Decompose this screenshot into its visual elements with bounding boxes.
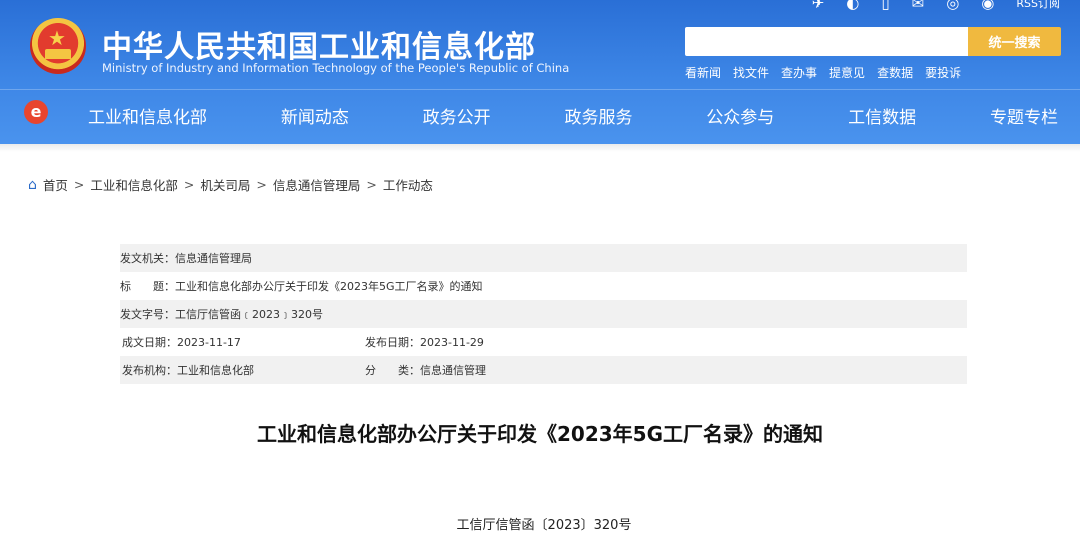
meta-cell-published: 发布日期： 2023-11-29 (365, 334, 484, 350)
breadcrumb-separator: > (256, 177, 267, 192)
meta-value-org: 工业和信息化部 (177, 364, 254, 377)
meta-value-created: 2023-11-17 (177, 335, 241, 349)
site-e-logo-icon[interactable]: e (24, 100, 48, 124)
breadcrumb-work-news[interactable]: 工作动态 (383, 175, 433, 194)
main-nav: 工业和信息化部 新闻动态 政务公开 政务服务 公众参与 工信数据 专题专栏 (88, 103, 1058, 128)
meta-row-org: 发布机构： 工业和信息化部 分 类： 信息通信管理 (120, 356, 967, 384)
nav-item-gov-services[interactable]: 政务服务 (564, 103, 632, 128)
site-title[interactable]: 中华人民共和国工业和信息化部 (102, 22, 536, 66)
breadcrumb-separator: > (183, 177, 195, 192)
header-shadow (0, 144, 1080, 152)
meta-label: 标 题： (120, 280, 175, 293)
quick-link-complaint[interactable]: 要投诉 (925, 64, 961, 81)
meta-cell-org: 发布机构： 工业和信息化部 (120, 362, 365, 378)
nav-item-news[interactable]: 新闻动态 (281, 103, 349, 128)
meta-row-title: 标 题： 工业和信息化部办公厅关于印发《2023年5G工厂名录》的通知 (120, 272, 967, 300)
quick-links: 看新闻 找文件 查办事 提意见 查数据 要投诉 (685, 64, 961, 81)
nav-item-public[interactable]: 公众参与 (706, 103, 774, 128)
breadcrumb-home[interactable]: 首页 (43, 175, 68, 194)
document-metadata-table: 发文机关： 信息通信管理局 标 题： 工业和信息化部办公厅关于印发《2023年5… (120, 244, 967, 384)
meta-label: 发布日期： (365, 336, 420, 349)
national-emblem-logo: ★ (30, 18, 86, 74)
search-button[interactable]: 统一搜索 (968, 27, 1061, 56)
meta-row-issuer: 发文机关： 信息通信管理局 (120, 244, 967, 272)
breadcrumb-ministry[interactable]: 工业和信息化部 (90, 175, 178, 194)
quick-link-services[interactable]: 查办事 (781, 64, 817, 81)
quick-link-feedback[interactable]: 提意见 (829, 64, 865, 81)
breadcrumb-separator: > (73, 177, 85, 192)
wechat-icon[interactable]: ◐ (846, 0, 859, 12)
meta-label: 发布机构： (122, 364, 177, 377)
nav-item-data[interactable]: 工信数据 (848, 103, 916, 128)
breadcrumb-separator: > (366, 177, 377, 192)
meta-value-category: 信息通信管理 (420, 364, 486, 377)
quick-link-data[interactable]: 查数据 (877, 64, 913, 81)
nav-item-ministry[interactable]: 工业和信息化部 (88, 103, 207, 128)
meta-value-docno: 工信厅信管函﹝2023﹞320号 (175, 308, 323, 321)
top-icon-bar: ✈ ◐ ▯ ✉ ◎ ◉ RSS订阅 (812, 0, 1060, 12)
breadcrumb-bureau[interactable]: 信息通信管理局 (273, 175, 361, 194)
meta-label: 发文机关： (120, 252, 175, 265)
meta-cell-created: 成文日期： 2023-11-17 (120, 334, 365, 350)
breadcrumb: ⌂ 首页 > 工业和信息化部 > 机关司局 > 信息通信管理局 > 工作动态 (28, 175, 433, 194)
article-doc-number: 工信厅信管函〔2023〕320号 (456, 518, 632, 533)
nav-item-gov-affairs[interactable]: 政务公开 (423, 103, 491, 128)
mobile-icon[interactable]: ▯ (881, 0, 889, 12)
nav-item-topics[interactable]: 专题专栏 (990, 103, 1058, 128)
site-subtitle: Ministry of Industry and Information Tec… (102, 61, 570, 75)
meta-row-dates: 成文日期： 2023-11-17 发布日期： 2023-11-29 (120, 328, 967, 356)
chat-icon[interactable]: ◎ (946, 0, 959, 12)
mail-icon[interactable]: ✉ (912, 0, 925, 12)
rss-label[interactable]: RSS订阅 (1016, 0, 1060, 11)
quick-link-news[interactable]: 看新闻 (685, 64, 721, 81)
home-icon[interactable]: ⌂ (28, 177, 37, 193)
nav-divider (0, 89, 1080, 90)
quick-link-files[interactable]: 找文件 (733, 64, 769, 81)
weibo-icon[interactable]: ✈ (812, 0, 825, 12)
site-header: ★ 中华人民共和国工业和信息化部 Ministry of Industry an… (0, 0, 1080, 144)
breadcrumb-departments[interactable]: 机关司局 (200, 175, 250, 194)
meta-label: 成文日期： (122, 336, 177, 349)
rss-icon[interactable]: ◉ (981, 0, 994, 12)
meta-value-published: 2023-11-29 (420, 335, 484, 349)
search-input[interactable] (685, 27, 968, 56)
meta-value-title: 工业和信息化部办公厅关于印发《2023年5G工厂名录》的通知 (175, 280, 483, 293)
meta-label: 发文字号： (120, 308, 175, 321)
meta-cell-category: 分 类： 信息通信管理 (365, 362, 486, 378)
article-title: 工业和信息化部办公厅关于印发《2023年5G工厂名录》的通知 (257, 422, 823, 446)
meta-value-issuer: 信息通信管理局 (175, 252, 252, 265)
meta-label: 分 类： (365, 364, 420, 377)
meta-row-docno: 发文字号： 工信厅信管函﹝2023﹞320号 (120, 300, 967, 328)
